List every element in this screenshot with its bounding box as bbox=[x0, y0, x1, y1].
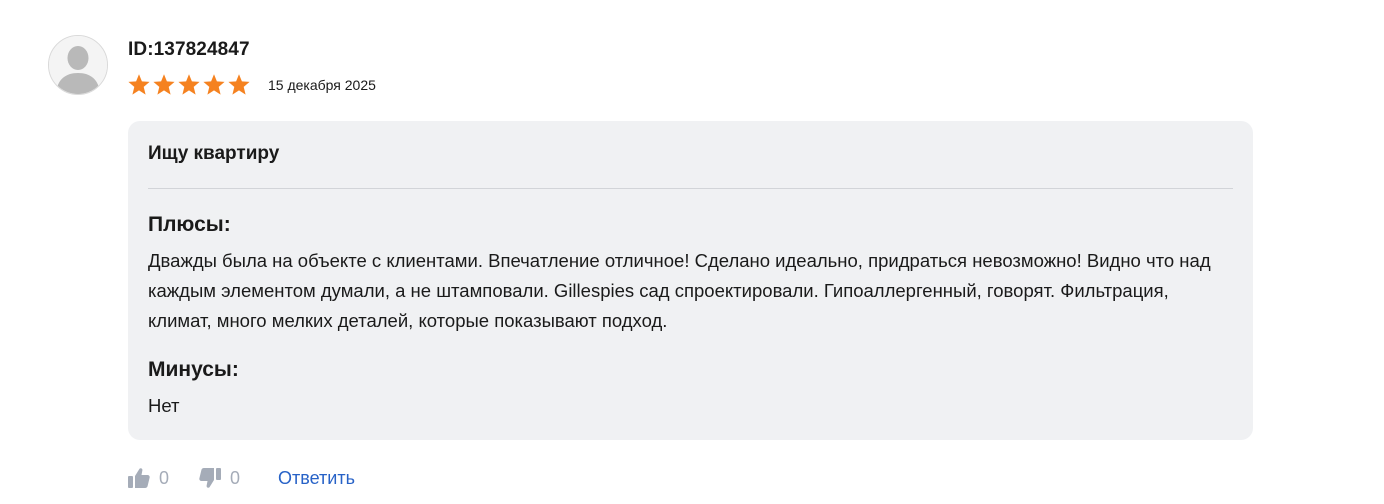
rating-stars bbox=[127, 73, 251, 97]
divider bbox=[148, 188, 1233, 189]
star-icon bbox=[228, 74, 250, 95]
author-id: ID:137824847 bbox=[128, 39, 250, 60]
pros-text: Дважды была на объекте с клиентами. Впеч… bbox=[148, 250, 1211, 331]
dislike-button[interactable]: 0 bbox=[199, 468, 240, 489]
review-date: 15 декабря 2025 bbox=[268, 77, 376, 93]
cons-text: Нет bbox=[148, 395, 180, 416]
review-actions: 0 0 Ответить bbox=[128, 464, 355, 492]
thumbs-down-icon bbox=[199, 468, 222, 488]
like-count: 0 bbox=[159, 467, 170, 488]
star-icon bbox=[153, 74, 175, 95]
thumbs-up-icon bbox=[128, 468, 150, 488]
user-silhouette-icon bbox=[49, 36, 107, 94]
like-button[interactable]: 0 bbox=[128, 468, 169, 489]
star-icon bbox=[178, 74, 200, 95]
dislike-count: 0 bbox=[230, 467, 241, 488]
avatar bbox=[48, 35, 108, 95]
reply-link[interactable]: Ответить bbox=[278, 468, 355, 489]
review-title: Ищу квартиру bbox=[148, 143, 280, 164]
pros-heading: Плюсы: bbox=[148, 213, 231, 236]
star-icon bbox=[128, 74, 150, 95]
star-icon bbox=[203, 74, 225, 95]
review-card: Ищу квартиру Плюсы: Дважды была на объек… bbox=[128, 121, 1253, 440]
cons-heading: Минусы: bbox=[148, 358, 239, 381]
